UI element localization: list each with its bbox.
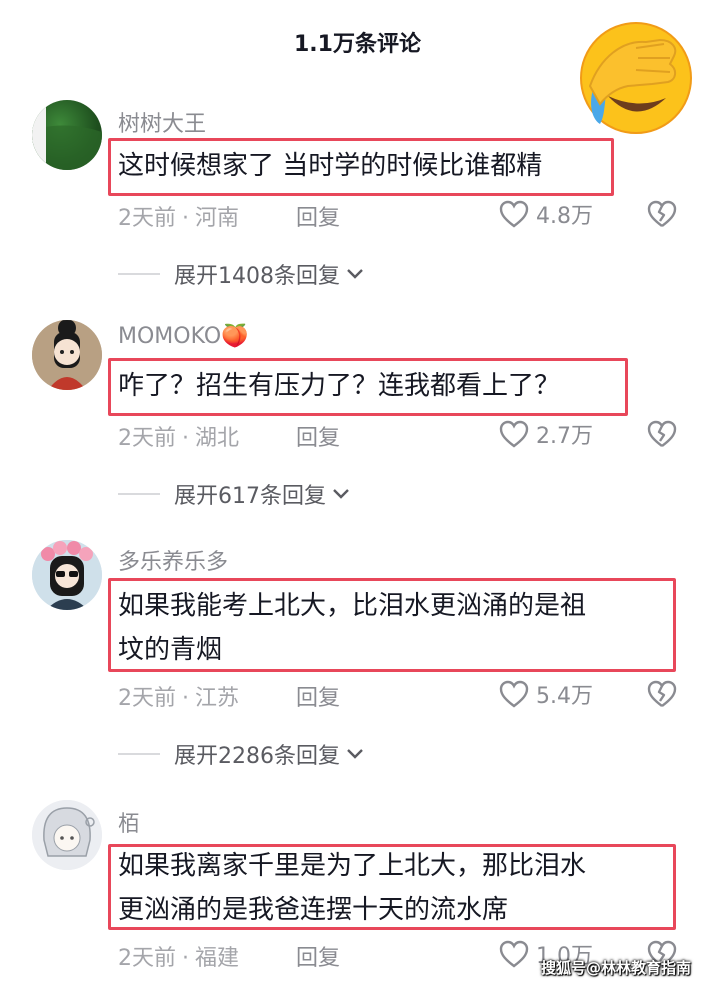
expand-replies-label: 展开1408条回复 — [174, 264, 340, 289]
chevron-down-icon — [333, 489, 349, 499]
comment-text: 咋了？招生有压力了？连我都看上了？ — [118, 364, 560, 408]
face-palm-crying-emoji-icon — [580, 22, 692, 134]
comment-text: 这时候想家了 当时学的时候比谁都精 — [118, 144, 542, 188]
reply-button[interactable]: 回复 — [296, 420, 340, 452]
like-button[interactable]: 5.4万 — [498, 678, 593, 710]
comment-meta: 2天前 · 河南 — [118, 206, 240, 231]
anime-girl-avatar-icon — [32, 320, 102, 390]
reply-button[interactable]: 回复 — [296, 680, 340, 712]
avatar[interactable] — [32, 320, 102, 390]
expand-replies-label: 展开617条回复 — [174, 484, 326, 509]
heart-icon — [499, 200, 529, 228]
flower-crown-sunglasses-avatar-icon — [32, 540, 102, 610]
username[interactable]: MOMOKO🍑 — [118, 324, 249, 349]
chevron-down-icon — [347, 269, 363, 279]
comment-text: 如果我离家千里是为了上北大，那比泪水 更汹涌的是我爸连摆十天的流水席 — [118, 844, 586, 932]
divider-line — [118, 273, 160, 275]
comment-time: 2天前 — [118, 686, 176, 711]
expand-replies[interactable]: 展开2286条回复 — [118, 738, 364, 770]
like-count: 2.7万 — [536, 424, 593, 449]
expand-replies[interactable]: 展开1408条回复 — [118, 258, 364, 290]
like-button[interactable]: 4.8万 — [498, 198, 593, 230]
comment-location: 福建 — [195, 946, 240, 971]
comment-text: 如果我能考上北大，比泪水更汹涌的是祖 坟的青烟 — [118, 584, 586, 672]
white-hair-anime-avatar-icon — [32, 800, 102, 870]
comment-time: 2天前 — [118, 206, 176, 231]
divider-line — [118, 493, 160, 495]
like-button[interactable]: 2.7万 — [498, 418, 593, 450]
reply-button[interactable]: 回复 — [296, 940, 340, 972]
comment-text-line: 更汹涌的是我爸连摆十天的流水席 — [118, 895, 509, 925]
username[interactable]: 多乐养乐多 — [118, 544, 228, 576]
like-count: 4.8万 — [536, 204, 593, 229]
watermark: 搜狐号@林林教育指南 — [541, 959, 692, 977]
heart-icon — [499, 940, 529, 968]
comment-text-line: 如果我能考上北大，比泪水更汹涌的是祖 — [118, 591, 587, 621]
heart-icon — [499, 680, 529, 708]
username[interactable]: 树树大王 — [118, 106, 206, 138]
green-texture-avatar-icon — [32, 100, 102, 170]
reply-button[interactable]: 回复 — [296, 200, 340, 232]
broken-heart-icon[interactable] — [646, 678, 678, 710]
avatar[interactable] — [32, 100, 102, 170]
comment-text-line: 如果我离家千里是为了上北大，那比泪水 — [118, 851, 587, 881]
chevron-down-icon — [347, 749, 363, 759]
divider-line — [118, 753, 160, 755]
comment-text-line: 咋了？招生有压力了？连我都看上了？ — [118, 371, 561, 401]
comment-time: 2天前 — [118, 946, 176, 971]
like-count: 5.4万 — [536, 684, 593, 709]
comment-location: 河南 — [195, 206, 240, 231]
expand-replies[interactable]: 展开617条回复 — [118, 478, 350, 510]
comment-text-line: 这时候想家了 当时学的时候比谁都精 — [118, 151, 543, 181]
expand-replies-label: 展开2286条回复 — [174, 744, 340, 769]
broken-heart-icon[interactable] — [646, 418, 678, 450]
comment-meta: 2天前 · 江苏 — [118, 686, 240, 711]
comment-location: 江苏 — [195, 686, 240, 711]
comment-time: 2天前 — [118, 426, 176, 451]
avatar[interactable] — [32, 540, 102, 610]
comment-meta: 2天前 · 福建 — [118, 946, 240, 971]
comment-meta: 2天前 · 湖北 — [118, 426, 240, 451]
comment-text-line: 坟的青烟 — [118, 635, 223, 665]
username[interactable]: 栢 — [118, 806, 140, 838]
broken-heart-icon[interactable] — [646, 198, 678, 230]
heart-icon — [499, 420, 529, 448]
avatar[interactable] — [32, 800, 102, 870]
comment-location: 湖北 — [195, 426, 240, 451]
